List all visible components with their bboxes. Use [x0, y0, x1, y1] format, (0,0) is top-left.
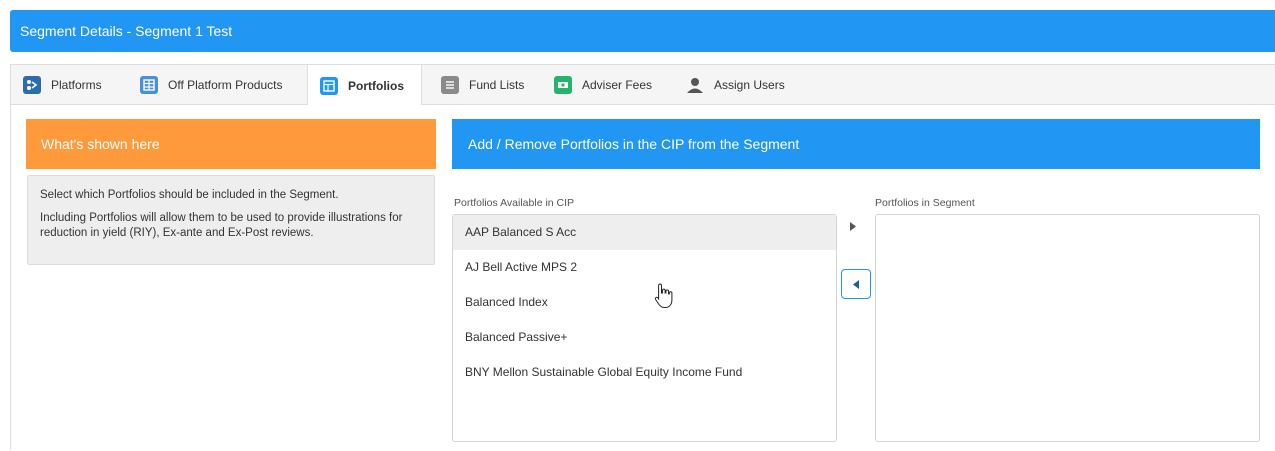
manage-heading: Add / Remove Portfolios in the CIP from … [452, 119, 1260, 169]
platforms-icon [23, 76, 41, 94]
user-icon [686, 76, 704, 94]
list-icon [441, 76, 459, 94]
tab-platforms[interactable]: Platforms [23, 65, 102, 105]
portfolio-icon [320, 76, 338, 95]
available-portfolios-list[interactable]: AAP Balanced S Acc AJ Bell Active MPS 2 … [452, 214, 837, 442]
segment-label: Portfolios in Segment [875, 197, 975, 209]
list-item[interactable]: Balanced Passive+ [453, 320, 836, 355]
table-icon [140, 76, 158, 94]
segment-panel: Platforms Off Platform Products Portfoli… [10, 64, 1275, 451]
list-item[interactable]: BNY Mellon Sustainable Global Equity Inc… [453, 355, 836, 390]
page-title: Segment Details - Segment 1 Test [20, 23, 233, 39]
segment-portfolios-list[interactable] [875, 214, 1260, 442]
tab-assign-users[interactable]: Assign Users [686, 65, 785, 105]
move-left-button[interactable] [841, 269, 871, 299]
tab-adviser-fees[interactable]: Adviser Fees [554, 65, 652, 105]
tab-bar: Platforms Off Platform Products Portfoli… [11, 65, 1275, 106]
tab-off-platform-products[interactable]: Off Platform Products [140, 65, 283, 105]
info-box: Select which Portfolios should be includ… [27, 175, 435, 265]
page-header: Segment Details - Segment 1 Test [10, 10, 1275, 52]
tab-portfolios[interactable]: Portfolios [307, 65, 422, 106]
caret-left-icon [853, 279, 859, 289]
caret-right-icon [850, 221, 856, 231]
list-item[interactable]: AJ Bell Active MPS 2 [453, 250, 836, 285]
tab-content: What's shown here Select which Portfolio… [11, 105, 1275, 451]
available-label: Portfolios Available in CIP [454, 197, 575, 209]
info-heading: What's shown here [26, 119, 436, 169]
info-line-2: Including Portfolios will allow them to … [40, 212, 403, 239]
money-icon [554, 76, 572, 94]
hand-cursor-icon [654, 283, 673, 308]
info-line-1: Select which Portfolios should be includ… [40, 189, 339, 201]
list-item[interactable]: Balanced Index [453, 285, 836, 320]
list-item[interactable]: AAP Balanced S Acc [453, 215, 836, 250]
tab-fund-lists[interactable]: Fund Lists [441, 65, 524, 105]
move-right-button[interactable] [847, 220, 859, 232]
